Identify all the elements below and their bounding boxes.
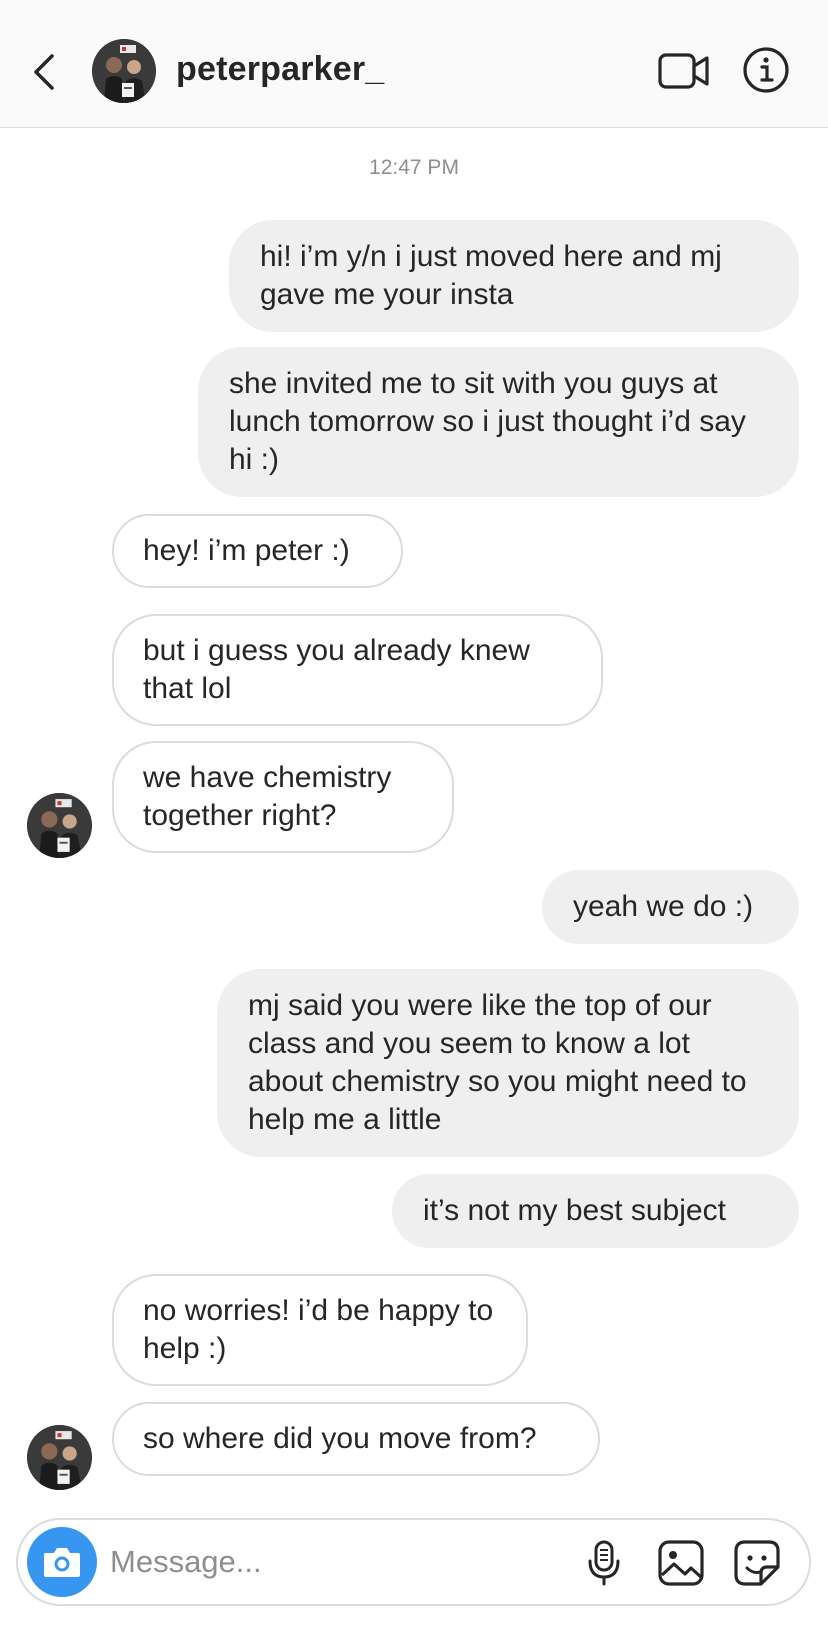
info-icon [743, 47, 789, 93]
sticker-button[interactable] [730, 1536, 784, 1590]
image-gallery-icon [658, 1540, 704, 1586]
message-bubble-outgoing[interactable]: it’s not my best subject [392, 1174, 799, 1248]
message-input[interactable] [110, 1532, 530, 1592]
message-composer [16, 1518, 811, 1606]
back-button[interactable] [22, 44, 66, 100]
message-bubble-incoming[interactable]: but i guess you already knew that lol [112, 614, 603, 726]
video-camera-icon [658, 53, 709, 89]
message-bubble-incoming[interactable]: we have chemistry together right? [112, 741, 454, 853]
message-bubble-incoming[interactable]: hey! i’m peter :) [112, 514, 403, 588]
message-timestamp: 12:47 PM [369, 156, 459, 179]
message-bubble-outgoing[interactable]: she invited me to sit with you guys at l… [198, 347, 799, 497]
sender-avatar[interactable] [27, 793, 92, 858]
camera-icon [44, 1548, 80, 1577]
message-bubble-outgoing[interactable]: yeah we do :) [542, 870, 799, 944]
gallery-button[interactable] [654, 1536, 708, 1590]
sticker-icon [734, 1540, 780, 1586]
message-bubble-incoming[interactable]: so where did you move from? [112, 1402, 600, 1476]
message-bubble-incoming[interactable]: no worries! i’d be happy to help :) [112, 1274, 528, 1386]
chat-username[interactable]: peterparker_ [176, 50, 384, 89]
info-button[interactable] [740, 44, 792, 96]
profile-avatar[interactable] [92, 39, 156, 103]
microphone-icon [588, 1540, 620, 1586]
voice-message-button[interactable] [577, 1536, 631, 1590]
message-bubble-outgoing[interactable]: mj said you were like the top of our cla… [217, 969, 799, 1157]
video-call-button[interactable] [656, 46, 712, 96]
chat-header: peterparker_ [0, 0, 828, 128]
message-bubble-outgoing[interactable]: hi! i’m y/n i just moved here and mj gav… [229, 220, 799, 332]
camera-button[interactable] [27, 1527, 97, 1597]
chevron-left-icon [34, 54, 54, 90]
sender-avatar[interactable] [27, 1425, 92, 1490]
